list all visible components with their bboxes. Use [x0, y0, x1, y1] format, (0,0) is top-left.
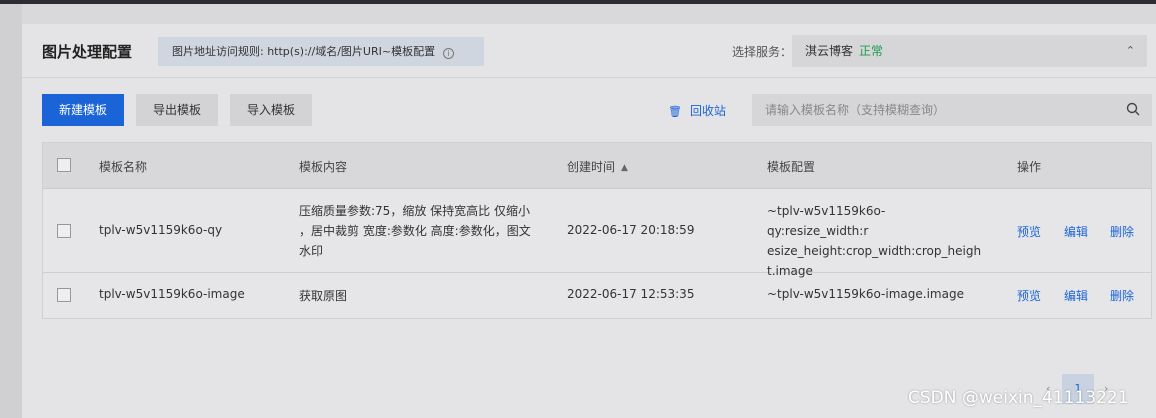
col-header-content: 模板内容 — [299, 160, 348, 174]
template-name: tplv-w5v1159k6o-qy — [99, 223, 223, 237]
preview-link[interactable]: 预览 — [1017, 287, 1041, 304]
col-header-config: 模板配置 — [767, 160, 816, 174]
row-checkbox[interactable] — [57, 288, 71, 302]
template-content-line: 压缩质量参数:75，缩放 保持宽高比 仅缩小 — [299, 204, 530, 218]
import-template-button[interactable]: 导入模板 — [230, 94, 312, 126]
access-rule-text: 图片地址访问规则: http(s)://域名/图片URI~模板配置 — [172, 45, 436, 58]
delete-link[interactable]: 删除 — [1110, 223, 1134, 240]
edit-link[interactable]: 编辑 — [1064, 223, 1088, 240]
info-icon[interactable]: i — [443, 48, 455, 59]
search-input[interactable] — [752, 94, 1112, 126]
template-config: ~tplv-w5v1159k6o-image.image — [767, 287, 964, 301]
template-config: ~tplv-w5v1159k6o-qy:resize_width:r esize… — [767, 201, 982, 281]
recycle-bin-label: 回收站 — [689, 104, 726, 118]
created-time: 2022-06-17 12:53:35 — [567, 287, 695, 301]
template-config-line: ~tplv-w5v1159k6o-qy:resize_width:r — [767, 204, 886, 238]
access-rule-banner: 图片地址访问规则: http(s)://域名/图片URI~模板配置 i — [158, 37, 484, 66]
left-gutter — [0, 4, 22, 418]
table-row: tplv-w5v1159k6o-image 获取原图 2022-06-17 12… — [43, 273, 1151, 318]
preview-link[interactable]: 预览 — [1017, 223, 1041, 240]
template-table: 模板名称 模板内容 创建时间 ▲ 模板配置 操作 tplv-w5v1159k6o-… — [42, 142, 1152, 319]
col-header-created[interactable]: 创建时间 ▲ — [567, 158, 628, 175]
trash-icon: 🗑 — [668, 105, 682, 118]
template-content: 获取原图 — [299, 289, 348, 303]
template-content: 压缩质量参数:75，缩放 保持宽高比 仅缩小 ，居中裁剪 宽度:参数化 高度:参… — [299, 201, 539, 261]
delete-link[interactable]: 删除 — [1110, 287, 1134, 304]
search-icon[interactable] — [1126, 102, 1140, 116]
new-template-button[interactable]: 新建模板 — [42, 94, 124, 126]
export-template-button[interactable]: 导出模板 — [136, 94, 218, 126]
search-box — [752, 94, 1152, 126]
row-checkbox[interactable] — [57, 224, 71, 238]
sort-icon[interactable]: ▲ — [621, 163, 628, 173]
template-content-line: ，居中裁剪 宽度:参数化 高度:参数化，图文 — [299, 224, 531, 238]
top-bar — [0, 0, 1156, 4]
col-header-created-label: 创建时间 — [567, 160, 616, 174]
service-status: 正常 — [859, 44, 884, 58]
chevron-updown-icon: ⌃ — [1125, 44, 1135, 57]
panel-header: 图片处理配置 图片地址访问规则: http(s)://域名/图片URI~模板配置… — [22, 24, 1156, 78]
template-content-line: 水印 — [299, 244, 324, 258]
service-name: 淇云博客 — [805, 44, 854, 58]
main-panel: 图片处理配置 图片地址访问规则: http(s)://域名/图片URI~模板配置… — [22, 24, 1156, 418]
recycle-bin-link[interactable]: 🗑 回收站 — [668, 102, 726, 119]
created-time: 2022-06-17 20:18:59 — [567, 223, 695, 237]
table-row: tplv-w5v1159k6o-qy 压缩质量参数:75，缩放 保持宽高比 仅缩… — [43, 189, 1151, 278]
service-label: 选择服务： — [732, 45, 793, 59]
template-config-line: esize_height:crop_width:crop_heigh — [767, 244, 982, 258]
template-name: tplv-w5v1159k6o-image — [99, 287, 245, 301]
col-header-name: 模板名称 — [99, 160, 148, 174]
table-header: 模板名称 模板内容 创建时间 ▲ 模板配置 操作 — [43, 143, 1151, 189]
csdn-watermark: CSDN @weixin_41113221 — [908, 388, 1129, 408]
service-select[interactable]: 淇云博客 正常 ⌃ — [792, 35, 1147, 67]
select-all-checkbox[interactable] — [57, 158, 71, 172]
col-header-actions: 操作 — [1017, 160, 1042, 174]
edit-link[interactable]: 编辑 — [1064, 287, 1088, 304]
page-title: 图片处理配置 — [42, 43, 133, 61]
